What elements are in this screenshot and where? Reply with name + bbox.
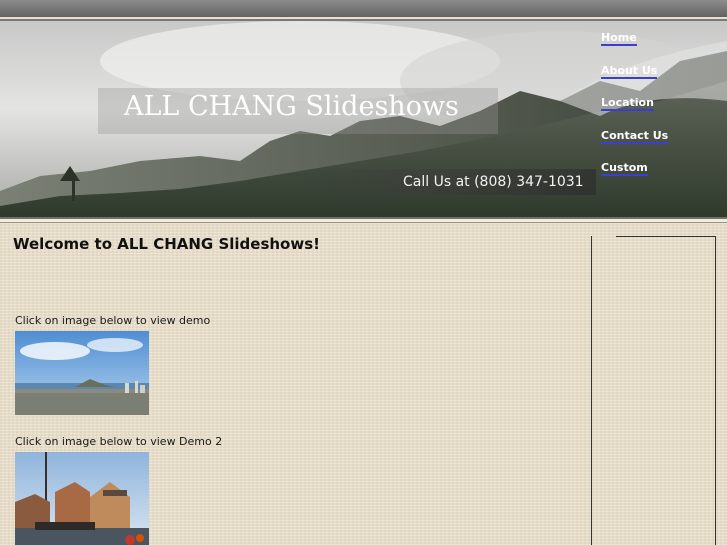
page-title: Welcome to ALL CHANG Slideshows!	[13, 235, 320, 253]
harbor-town-image	[15, 452, 149, 545]
nav-contact-us[interactable]: Contact Us	[601, 129, 669, 144]
banner-divider-thin	[0, 222, 727, 223]
city-coast-image	[15, 331, 149, 415]
nav-about-us[interactable]: About Us	[601, 64, 658, 79]
demo2-thumbnail[interactable]	[15, 452, 149, 545]
sidebar-border-top	[616, 236, 716, 237]
nav-location[interactable]: Location	[601, 96, 654, 111]
demo-caption: Click on image below to view demo	[15, 314, 211, 327]
header-banner: ALL CHANG Slideshows Call Us at (808) 34…	[0, 21, 727, 217]
demo-thumbnail[interactable]	[15, 331, 149, 415]
site-title: ALL CHANG Slideshows	[124, 91, 459, 122]
sidebar-border-left	[591, 236, 592, 545]
nav-custom[interactable]: Custom	[601, 161, 648, 176]
phone-number: Call Us at (808) 347-1031	[403, 174, 584, 190]
sidebar-border-right	[715, 236, 716, 545]
nav-home[interactable]: Home	[601, 31, 637, 46]
demo2-caption: Click on image below to view Demo 2	[15, 435, 223, 448]
top-bar	[0, 0, 727, 17]
